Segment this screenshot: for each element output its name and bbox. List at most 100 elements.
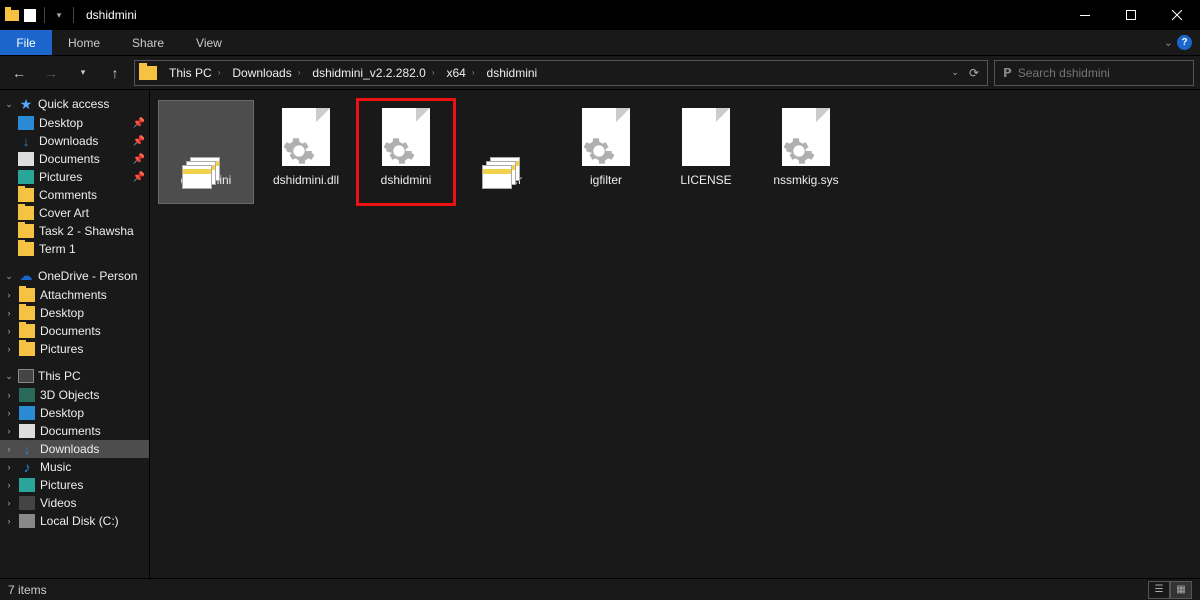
ribbon-tab-view[interactable]: View <box>180 30 238 55</box>
breadcrumb-item[interactable]: x64› <box>441 66 481 80</box>
sidebar-item[interactable]: ›♪Music <box>0 458 149 476</box>
ribbon-tab-home[interactable]: Home <box>52 30 116 55</box>
qat-properties-icon[interactable] <box>22 7 38 23</box>
quick-access-icon: ★ <box>18 97 34 111</box>
doc-icon <box>18 152 34 166</box>
chevron-down-icon[interactable]: ⌄ <box>4 371 14 382</box>
chevron-right-icon[interactable]: › <box>298 68 301 77</box>
sidebar-group-this-pc[interactable]: ⌄ This PC <box>0 366 149 386</box>
nav-back-button[interactable]: ← <box>6 60 32 86</box>
chevron-right-icon[interactable]: › <box>4 444 14 454</box>
sidebar-item[interactable]: ›Documents <box>0 322 149 340</box>
chevron-right-icon[interactable]: › <box>4 480 14 490</box>
chevron-right-icon[interactable]: › <box>4 408 14 418</box>
file-item[interactable]: LICENSE <box>658 100 754 204</box>
folder-icon <box>19 306 35 320</box>
file-icon <box>674 105 738 169</box>
sidebar-item[interactable]: › Documents <box>0 422 149 440</box>
nav-up-button[interactable]: ↑ <box>102 60 128 86</box>
file-item[interactable]: dshidmini <box>358 100 454 204</box>
address-dropdown-icon[interactable]: ⌄ <box>951 67 959 78</box>
file-label: dshidmini <box>381 173 432 187</box>
nav-forward-button[interactable]: → <box>38 60 64 86</box>
chevron-right-icon[interactable]: › <box>4 516 14 526</box>
chevron-right-icon[interactable]: › <box>4 344 14 354</box>
file-icon <box>574 105 638 169</box>
sidebar-item-label: Downloads <box>39 134 98 148</box>
sidebar-item[interactable]: Cover Art <box>0 204 149 222</box>
sidebar-item[interactable]: ›Desktop <box>0 304 149 322</box>
sidebar-item[interactable]: Term 1 <box>0 240 149 258</box>
file-item[interactable]: igfilter <box>458 100 554 204</box>
chevron-right-icon[interactable]: › <box>4 426 14 436</box>
ribbon-tab-share[interactable]: Share <box>116 30 180 55</box>
view-large-icons-button[interactable]: ▦ <box>1170 581 1192 599</box>
sidebar-item[interactable]: Task 2 - Shawsha <box>0 222 149 240</box>
sidebar-item-label: Documents <box>39 152 100 166</box>
refresh-icon[interactable]: ⟳ <box>969 66 979 80</box>
minimize-button[interactable] <box>1062 0 1108 30</box>
search-input[interactable] <box>1018 66 1185 80</box>
sidebar-item[interactable]: ›Pictures <box>0 476 149 494</box>
sidebar-item[interactable]: › 3D Objects <box>0 386 149 404</box>
sidebar-group-onedrive[interactable]: ⌄ ☁ OneDrive - Person <box>0 266 149 286</box>
dl-icon: ↓ <box>19 442 35 456</box>
chevron-right-icon[interactable]: › <box>472 68 475 77</box>
folder-icon <box>18 188 34 202</box>
chevron-right-icon[interactable]: › <box>218 68 221 77</box>
chevron-right-icon[interactable]: › <box>4 290 14 300</box>
chevron-down-icon[interactable]: ⌄ <box>4 99 14 110</box>
sidebar-item[interactable]: ›Local Disk (C:) <box>0 512 149 530</box>
sidebar-item[interactable]: ›Pictures <box>0 340 149 358</box>
sidebar-item[interactable]: Comments <box>0 186 149 204</box>
sidebar-item-label: Documents <box>40 424 101 438</box>
breadcrumb-item[interactable]: This PC› <box>163 66 226 80</box>
file-item[interactable]: igfilter <box>558 100 654 204</box>
file-item[interactable]: dshidmini <box>158 100 254 204</box>
chevron-right-icon[interactable]: › <box>4 462 14 472</box>
breadcrumb-item[interactable]: dshidmini_v2.2.282.0› <box>306 66 440 80</box>
sidebar-item[interactable]: Desktop📌 <box>0 114 149 132</box>
view-details-button[interactable]: ☰ <box>1148 581 1170 599</box>
file-item[interactable]: dshidmini.dll <box>258 100 354 204</box>
chevron-right-icon[interactable]: › <box>4 498 14 508</box>
ribbon-file-tab[interactable]: File <box>0 30 52 55</box>
sidebar-item[interactable]: ›Videos <box>0 494 149 512</box>
title-bar: ▾ dshidmini <box>0 0 1200 30</box>
pin-icon: 📌 <box>133 136 145 147</box>
search-box[interactable]: 𝗣 <box>994 60 1194 86</box>
sidebar-item[interactable]: Pictures📌 <box>0 168 149 186</box>
close-button[interactable] <box>1154 0 1200 30</box>
ribbon-collapse-icon[interactable]: ⌄ <box>1164 36 1173 49</box>
chevron-right-icon[interactable]: › <box>432 68 435 77</box>
nav-recent-dropdown[interactable]: ▾ <box>70 60 96 86</box>
sidebar-group-quick-access[interactable]: ⌄ ★ Quick access <box>0 94 149 114</box>
navigation-pane[interactable]: ⌄ ★ Quick access Desktop📌 ↓ Downloads 📌 Docu… <box>0 90 150 578</box>
sidebar-item[interactable]: ↓Downloads📌 <box>0 132 149 150</box>
sidebar-item[interactable]: ›Attachments <box>0 286 149 304</box>
sidebar-item-label: 3D Objects <box>40 388 99 402</box>
window-title: dshidmini <box>86 8 137 22</box>
chevron-right-icon[interactable]: › <box>4 308 14 318</box>
file-list[interactable]: dshidminidshidmini.dlldshidminiigfilteri… <box>150 90 1200 578</box>
breadcrumb-item[interactable]: Downloads› <box>226 66 306 80</box>
chevron-down-icon[interactable]: ⌄ <box>4 271 14 282</box>
chevron-right-icon[interactable]: › <box>4 390 14 400</box>
address-bar[interactable]: This PC› Downloads› dshidmini_v2.2.282.0… <box>134 60 988 86</box>
sidebar-item-label: Desktop <box>39 116 83 130</box>
qat-separator <box>44 7 45 23</box>
help-icon[interactable]: ? <box>1177 35 1192 50</box>
desk-icon <box>19 406 35 420</box>
file-icon <box>474 105 538 169</box>
sidebar-item[interactable]: ›Desktop <box>0 404 149 422</box>
sidebar-item-label: Term 1 <box>39 242 76 256</box>
qat-dropdown-icon[interactable]: ▾ <box>51 7 67 23</box>
breadcrumb-item[interactable]: dshidmini <box>481 66 544 80</box>
sidebar-item-label: Downloads <box>40 442 99 456</box>
maximize-button[interactable] <box>1108 0 1154 30</box>
sidebar-item[interactable]: › ↓ Downloads <box>0 440 149 458</box>
file-item[interactable]: nssmkig.sys <box>758 100 854 204</box>
sidebar-item[interactable]: Documents📌 <box>0 150 149 168</box>
sidebar-item-label: Music <box>40 460 71 474</box>
chevron-right-icon[interactable]: › <box>4 326 14 336</box>
